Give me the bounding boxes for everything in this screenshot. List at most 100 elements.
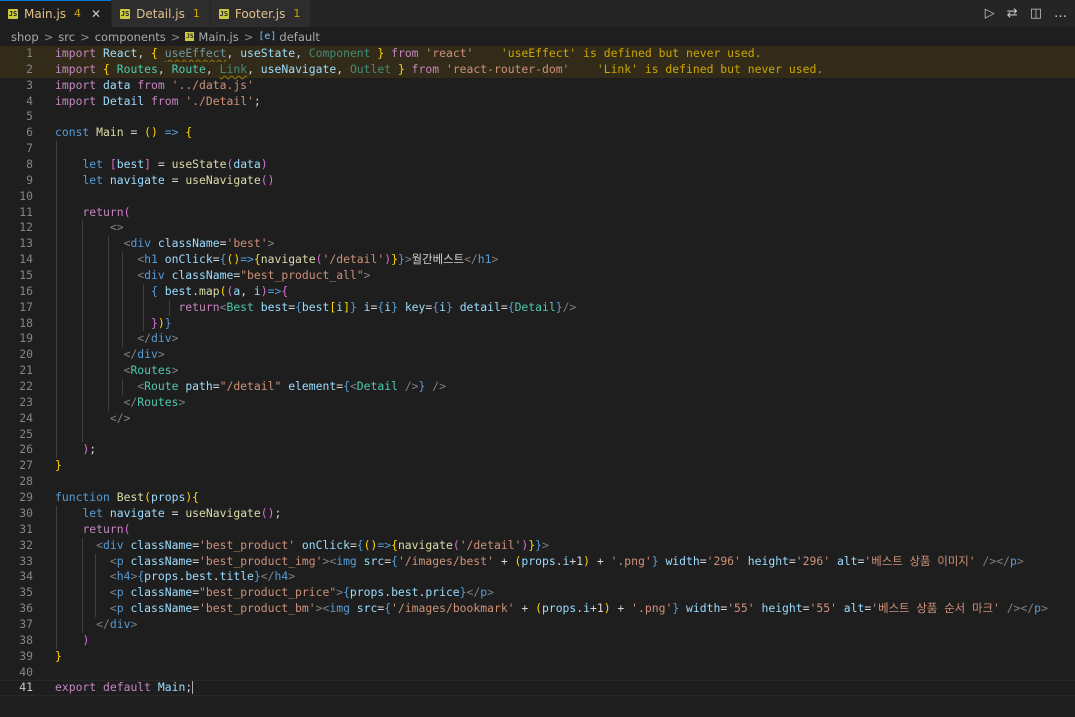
code-line[interactable]: 24 </> <box>0 410 1075 427</box>
code-text: </Routes> <box>123 394 186 409</box>
inline-diagnostic: 'Link' is defined but never used. <box>596 61 824 76</box>
line-number: 16 <box>19 283 33 298</box>
more-actions-icon[interactable]: … <box>1054 6 1067 21</box>
code-line[interactable]: 17 return<Best best={best[i]} i={i} key=… <box>0 299 1075 316</box>
breadcrumb-item-src[interactable]: src <box>58 30 75 44</box>
code-text: <Routes> <box>123 363 179 378</box>
line-number: 31 <box>19 521 33 536</box>
tab-footer-js[interactable]: JS Footer.js 1 <box>210 0 312 27</box>
code-line[interactable]: 27} <box>0 458 1075 474</box>
tab-label: Footer.js <box>234 6 286 21</box>
line-number: 22 <box>19 379 33 394</box>
line-number: 7 <box>26 141 33 156</box>
tab-main-js[interactable]: JS Main.js 4 ✕ <box>0 0 113 27</box>
code-text: </div> <box>137 331 179 346</box>
code-line[interactable]: 40 <box>0 665 1075 681</box>
tab-problem-count: 4 <box>74 7 82 20</box>
tab-bar-spacer <box>311 0 984 27</box>
code-line[interactable]: 11 return( <box>0 204 1075 221</box>
code-line[interactable]: 38 ) <box>0 632 1075 649</box>
line-number: 4 <box>26 93 33 108</box>
breadcrumb-item-components[interactable]: components <box>95 30 166 44</box>
code-text: function Best(props){ <box>55 490 200 505</box>
code-line[interactable]: 39} <box>0 649 1075 665</box>
javascript-file-icon: JS <box>8 8 18 19</box>
editor-tab-bar: JS Main.js 4 ✕ JS Detail.js 1 JS Footer.… <box>0 0 1075 27</box>
code-line[interactable]: 9 let navigate = useNavigate() <box>0 172 1075 189</box>
code-text: import data from '../data.js' <box>55 77 254 92</box>
code-line[interactable]: 32 <div className='best_product' onClick… <box>0 537 1075 554</box>
code-line[interactable]: 26 ); <box>0 442 1075 459</box>
line-number: 29 <box>19 490 33 505</box>
compare-icon[interactable]: ⇄ <box>1007 6 1018 21</box>
editor-actions: ▷ ⇄ ◫ … <box>985 0 1075 27</box>
code-line[interactable]: 10 <box>0 188 1075 205</box>
code-editor[interactable]: 1 import React, { useEffect, useState, Co… <box>0 46 1075 717</box>
code-line[interactable]: 28 <box>0 474 1075 490</box>
code-line[interactable]: 20 </div> <box>0 347 1075 364</box>
inline-diagnostic: 'useEffect' is defined but never used. <box>500 46 762 60</box>
code-line[interactable]: 30 let navigate = useNavigate(); <box>0 505 1075 522</box>
code-line[interactable]: 15 <div className="best_product_all"> <box>0 268 1075 284</box>
code-text: let navigate = useNavigate(); <box>82 505 282 520</box>
code-line[interactable]: 22 <Route path="/detail" element={<Detai… <box>0 379 1075 395</box>
code-line[interactable]: 8 let [best] = useState(data) <box>0 157 1075 173</box>
code-line[interactable]: 34 <h4>{props.best.title}</h4> <box>0 569 1075 586</box>
code-line[interactable]: 37 </div> <box>0 616 1075 633</box>
line-number: 11 <box>19 204 33 219</box>
line-number: 20 <box>19 347 33 362</box>
code-line[interactable]: 33 <p className='best_product_img'><img … <box>0 553 1075 570</box>
chevron-right-icon: > <box>43 29 54 44</box>
code-line[interactable]: 7 <box>0 141 1075 158</box>
code-line[interactable]: 6 const Main = () => { <box>0 125 1075 141</box>
code-line[interactable]: 31 return( <box>0 521 1075 538</box>
code-text: return( <box>82 204 131 219</box>
line-number: 1 <box>26 46 33 60</box>
code-text: <p className='best_product_img'><img src… <box>109 553 1024 568</box>
line-number: 32 <box>19 537 33 552</box>
alt-text: '베스트 상품 순서 마크' <box>871 601 1000 616</box>
code-line[interactable]: 23 </Routes> <box>0 394 1075 411</box>
text-cursor <box>192 681 194 695</box>
code-line[interactable]: 36 <p className='best_product_bm'><img s… <box>0 601 1075 617</box>
close-icon[interactable]: ✕ <box>91 7 101 21</box>
tab-detail-js[interactable]: JS Detail.js 1 <box>112 0 211 27</box>
code-text: <h4>{props.best.title}</h4> <box>109 569 296 584</box>
breadcrumb-item-file[interactable]: Main.js <box>198 30 238 44</box>
code-line[interactable]: 18 })} <box>0 315 1075 332</box>
code-line[interactable]: 35 <p className="best_product_price">{pr… <box>0 585 1075 602</box>
code-text: export default Main; <box>55 680 194 695</box>
line-number: 35 <box>19 585 33 600</box>
code-line[interactable]: 29 function Best(props){ <box>0 490 1075 506</box>
code-line[interactable]: 16 { best.map((a, i)=>{ <box>0 283 1075 300</box>
code-line[interactable]: 3 import data from '../data.js' <box>0 78 1075 94</box>
code-line[interactable]: 1 import React, { useEffect, useState, Co… <box>0 46 1075 62</box>
code-line[interactable]: 25 <box>0 426 1075 443</box>
code-line[interactable]: 21 <Routes> <box>0 363 1075 380</box>
breadcrumb-item-shop[interactable]: shop <box>11 30 39 44</box>
code-text: ) <box>82 632 90 647</box>
code-line-current[interactable]: 41 export default Main; <box>0 680 1075 696</box>
code-line[interactable]: 14 <h1 onClick={()=>{navigate('/detail')… <box>0 252 1075 269</box>
code-text: </> <box>109 410 131 425</box>
code-line[interactable]: 4 import Detail from './Detail'; <box>0 94 1075 110</box>
code-text: <p className="best_product_price">{props… <box>109 585 494 600</box>
line-number: 17 <box>19 299 33 314</box>
code-line[interactable]: 2 import { Routes, Route, Link, useNaviga… <box>0 61 1075 78</box>
code-text: <h1 onClick={()=>{navigate('/detail')}}>… <box>137 252 499 267</box>
code-text: import React, { useEffect, useState, Com… <box>55 46 762 60</box>
split-editor-icon[interactable]: ◫ <box>1030 6 1042 21</box>
code-text: import Detail from './Detail'; <box>55 93 261 108</box>
run-icon[interactable]: ▷ <box>985 6 995 21</box>
breadcrumb-item-symbol[interactable]: default <box>279 30 319 44</box>
tab-label: Detail.js <box>136 6 185 21</box>
code-text: import { Routes, Route, Link, useNavigat… <box>55 61 824 76</box>
code-text: <div className='best_product' onClick={(… <box>96 537 549 552</box>
javascript-file-icon: JS <box>185 32 195 41</box>
code-line[interactable]: 19 </div> <box>0 331 1075 348</box>
code-line[interactable]: 5 <box>0 109 1075 125</box>
line-number: 36 <box>19 601 33 616</box>
code-line[interactable]: 12 <> <box>0 220 1075 237</box>
code-line[interactable]: 13 <div className='best'> <box>0 236 1075 253</box>
line-number: 26 <box>19 442 33 457</box>
